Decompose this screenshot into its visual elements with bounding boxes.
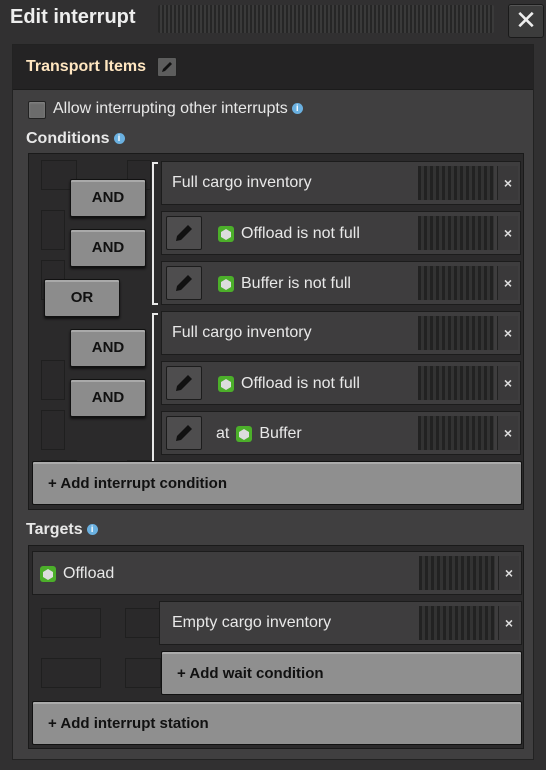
add-wait-condition-button[interactable]: + Add wait condition	[161, 651, 522, 695]
pencil-icon	[176, 375, 192, 391]
operator-button-and[interactable]: AND	[70, 329, 146, 367]
remove-condition-button[interactable]: ×	[497, 166, 518, 200]
drag-handle[interactable]	[418, 266, 494, 300]
target-station-row[interactable]: Offload ×	[32, 551, 522, 595]
condition-row[interactable]: Offload is not full ×	[161, 361, 521, 405]
drag-handle[interactable]	[418, 166, 494, 200]
add-interrupt-condition-button[interactable]: + Add interrupt condition	[32, 461, 522, 505]
remove-condition-button[interactable]: ×	[497, 266, 518, 300]
pencil-icon	[176, 425, 192, 441]
drag-handle[interactable]	[418, 416, 494, 450]
wait-condition-row[interactable]: Empty cargo inventory ×	[159, 601, 522, 645]
remove-condition-button[interactable]: ×	[497, 366, 518, 400]
remove-condition-button[interactable]: ×	[497, 316, 518, 350]
rename-button[interactable]	[157, 57, 177, 77]
info-icon: i	[291, 103, 303, 115]
condition-row[interactable]: Buffer is not full ×	[161, 261, 521, 305]
condition-row[interactable]: at Buffer ×	[161, 411, 521, 455]
window-title: Edit interrupt	[10, 6, 136, 28]
allow-interrupting-label: Allow interrupting other interrupts i	[53, 100, 303, 118]
condition-row[interactable]: Full cargo inventory ×	[161, 161, 521, 205]
pencil-icon	[162, 62, 172, 72]
remove-wait-condition-button[interactable]: ×	[498, 606, 519, 640]
operator-button-and[interactable]: AND	[70, 179, 146, 217]
interrupt-editor: Transport Items Allow interrupting other…	[12, 44, 534, 760]
pencil-icon	[176, 225, 192, 241]
green-circuit-station-icon	[40, 566, 56, 582]
drag-handle[interactable]	[158, 5, 494, 33]
targets-heading: Targets i	[26, 521, 98, 539]
green-circuit-station-icon	[218, 376, 234, 392]
edit-condition-button[interactable]	[166, 416, 202, 450]
edit-interrupt-window: Edit interrupt ✕ Transport Items Allow i…	[0, 0, 546, 770]
operator-button-and[interactable]: AND	[70, 379, 146, 417]
condition-row[interactable]: Offload is not full ×	[161, 211, 521, 255]
info-icon: i	[86, 524, 98, 536]
remove-station-button[interactable]: ×	[498, 556, 519, 590]
drag-handle[interactable]	[418, 216, 494, 250]
interrupt-name-bar: Transport Items	[13, 45, 533, 90]
remove-condition-button[interactable]: ×	[497, 416, 518, 450]
edit-condition-button[interactable]	[166, 266, 202, 300]
green-circuit-station-icon	[218, 276, 234, 292]
info-icon: i	[113, 133, 125, 145]
operator-button-and[interactable]: AND	[70, 229, 146, 267]
drag-handle[interactable]	[419, 606, 495, 640]
remove-condition-button[interactable]: ×	[497, 216, 518, 250]
edit-condition-button[interactable]	[166, 366, 202, 400]
close-button[interactable]: ✕	[508, 4, 544, 38]
drag-handle[interactable]	[418, 316, 494, 350]
drag-handle[interactable]	[419, 556, 495, 590]
condition-row[interactable]: Full cargo inventory ×	[161, 311, 521, 355]
green-circuit-station-icon	[236, 426, 253, 442]
group-bracket	[152, 162, 158, 305]
drag-handle[interactable]	[418, 366, 494, 400]
allow-interrupting-checkbox[interactable]	[28, 101, 46, 119]
conditions-heading: Conditions i	[26, 130, 125, 148]
pencil-icon	[176, 275, 192, 291]
operator-button-or[interactable]: OR	[44, 279, 120, 317]
green-circuit-station-icon	[218, 226, 234, 242]
titlebar[interactable]: Edit interrupt ✕	[0, 0, 546, 40]
add-interrupt-station-button[interactable]: + Add interrupt station	[32, 701, 522, 745]
edit-condition-button[interactable]	[166, 216, 202, 250]
interrupt-name: Transport Items	[26, 58, 147, 75]
